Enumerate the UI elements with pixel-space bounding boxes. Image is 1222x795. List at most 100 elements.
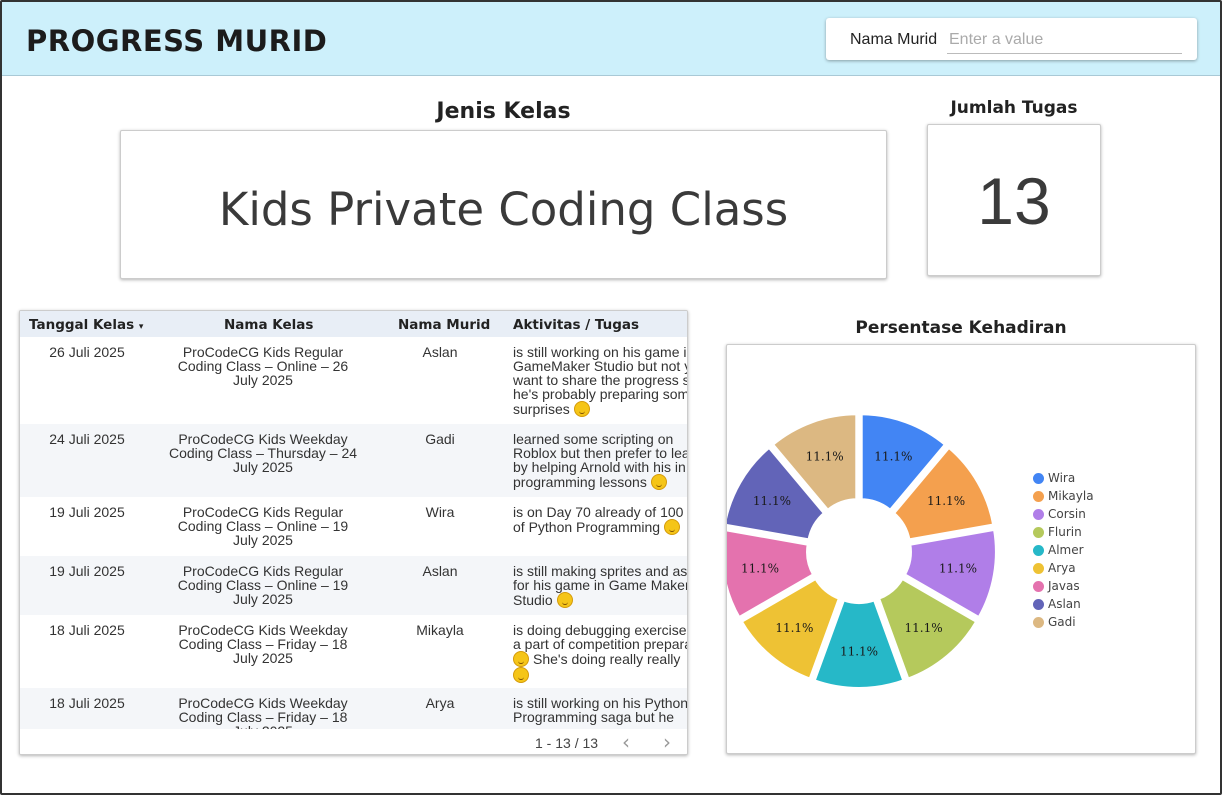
- cell-tanggal: 24 Juli 2025: [49, 431, 125, 447]
- cell-line: Coding Class – Friday – 18: [178, 709, 348, 725]
- wink-emoji-icon: [650, 474, 667, 490]
- slice-data-label: 11.1%: [741, 561, 779, 575]
- pagination: 1 - 13 / 13 ‹ ›: [20, 729, 687, 754]
- next-page-button[interactable]: ›: [663, 730, 671, 754]
- cell-line: programming lessons: [513, 474, 687, 490]
- table-row[interactable]: 19 Juli 2025 ProCodeCG Kids Regular Coding…: [20, 556, 688, 615]
- column-header-tanggal[interactable]: Tanggal Kelas ▾: [29, 317, 143, 333]
- cell-nama-murid: Aslan: [422, 344, 458, 360]
- legend-swatch-icon: [1033, 599, 1044, 610]
- cell-line: July 2025: [233, 372, 293, 388]
- jenis-kelas-title: Jenis Kelas: [436, 99, 571, 124]
- cell-line: July 2025: [233, 650, 293, 666]
- legend-label: Mikayla: [1048, 489, 1094, 503]
- cell-line: ProCodeCG Kids Regular: [182, 504, 344, 520]
- cell-line: of Python Programming: [513, 519, 687, 535]
- wink-emoji-icon: [513, 651, 529, 667]
- slice-data-label: 11.1%: [753, 494, 791, 508]
- column-header-nama-murid[interactable]: Nama Murid: [398, 317, 490, 333]
- cell-aktivitas: is still making sprites and as for his ga…: [513, 564, 688, 608]
- table-row[interactable]: 24 Juli 2025 ProCodeCG Kids Weekday Coding…: [20, 424, 688, 497]
- column-header-nama-kelas[interactable]: Nama Kelas: [224, 317, 313, 333]
- column-header-aktivitas[interactable]: Aktivitas / Tugas: [513, 317, 639, 333]
- legend-label: Arya: [1048, 561, 1076, 575]
- legend-label: Almer: [1048, 543, 1084, 557]
- cell-tanggal: 19 Juli 2025: [49, 563, 125, 579]
- cell-nama-kelas: ProCodeCG Kids Weekday Coding Class – Thu…: [154, 432, 372, 474]
- cell-line: July 2025: [233, 532, 293, 548]
- legend-label: Gadi: [1048, 615, 1076, 629]
- cell-line: is on Day 70 already of 100: [513, 505, 684, 520]
- table-row[interactable]: 19 Juli 2025 ProCodeCG Kids Regular Coding…: [20, 497, 687, 556]
- sort-desc-icon: ▾: [138, 322, 144, 332]
- cell-line: July 2025: [233, 459, 293, 475]
- cell-nama-murid: Aslan: [422, 563, 458, 579]
- cell-aktivitas: is still working on his Python Programmin…: [513, 696, 688, 729]
- wink-emoji-icon: [663, 519, 680, 535]
- student-filter-input[interactable]: [947, 26, 1182, 54]
- cell-nama-kelas: ProCodeCG Kids Regular Coding Class – Onl…: [154, 564, 372, 606]
- cell-line: learned some scripting on: [513, 432, 674, 447]
- kehadiran-chart-card: 11.1% 11.1% 11.1% 11.1% 11.1% 11.1% 11.1% 11.1%…: [726, 344, 1196, 754]
- table-body: 26 Juli 2025 ProCodeCG Kids Regular Coding…: [20, 337, 688, 729]
- cell-nama-murid: Arya: [425, 695, 455, 711]
- jumlah-tugas-card: 13: [927, 124, 1101, 276]
- cell-line: Roblox but then prefer to lea: [513, 445, 688, 461]
- cell-aktivitas: is still working on his game i GameMaker …: [513, 345, 688, 417]
- slice-data-label: 11.1%: [775, 621, 813, 635]
- progress-table: Tanggal Kelas ▾ Nama Kelas Nama Murid Ak…: [19, 310, 688, 755]
- legend-swatch-icon: [1033, 563, 1044, 574]
- cell-tanggal: 18 Juli 2025: [49, 695, 125, 711]
- cell-line: want to share the progress s: [513, 372, 688, 388]
- legend-label: Javas: [1048, 579, 1080, 593]
- table-row[interactable]: 26 Juli 2025 ProCodeCG Kids Regular Coding…: [20, 337, 688, 424]
- cell-line: Coding Class – Thursday – 24: [168, 445, 358, 461]
- cell-line: for his game in Game Maker: [513, 577, 688, 593]
- legend-label: Corsin: [1048, 507, 1086, 521]
- cell-aktivitas: learned some scripting on Roblox but then…: [513, 432, 688, 490]
- cell-line: is still working on his Python: [513, 696, 688, 711]
- wink-emoji-icon: [573, 401, 590, 417]
- cell-line: Coding Class – Online – 19: [177, 577, 349, 593]
- jenis-kelas-card: Kids Private Coding Class: [120, 130, 887, 279]
- cell-nama-kelas: ProCodeCG Kids Regular Coding Class – Onl…: [154, 345, 372, 387]
- cell-line: he's probably preparing som: [513, 386, 688, 402]
- cell-line: She's doing really really: [513, 651, 687, 667]
- table-row[interactable]: 18 Juli 2025 ProCodeCG Kids Weekday Coding…: [20, 688, 688, 729]
- table-header: Tanggal Kelas ▾ Nama Kelas Nama Murid Ak…: [20, 311, 687, 337]
- cell-line: GameMaker Studio but not y: [513, 358, 688, 374]
- legend-swatch-icon: [1033, 617, 1044, 628]
- cell-tanggal: 19 Juli 2025: [49, 504, 125, 520]
- slice-data-label: 11.1%: [840, 645, 878, 659]
- table-row[interactable]: 18 Juli 2025 ProCodeCG Kids Weekday Coding…: [20, 615, 688, 688]
- legend-label: Wira: [1048, 471, 1076, 485]
- cell-line: ProCodeCG Kids Regular: [182, 344, 344, 360]
- wink-emoji-icon: [556, 592, 573, 608]
- legend-swatch-icon: [1033, 527, 1044, 538]
- jumlah-tugas-title: Jumlah Tugas: [950, 98, 1078, 118]
- legend-swatch-icon: [1033, 491, 1044, 502]
- kehadiran-title: Persentase Kehadiran: [855, 318, 1067, 338]
- student-filter[interactable]: Nama Murid: [826, 18, 1197, 60]
- cell-aktivitas: is on Day 70 already of 100 of Python Pro…: [513, 505, 687, 535]
- wink-emoji-icon: [513, 667, 529, 683]
- cell-tanggal: 26 Juli 2025: [49, 344, 125, 360]
- cell-line: is still making sprites and as: [513, 564, 688, 579]
- legend-label: Aslan: [1048, 597, 1081, 611]
- cell-nama-murid: Wira: [425, 504, 455, 520]
- cell-line: is still working on his game i: [513, 345, 687, 360]
- cell-line: is doing debugging exercise: [513, 623, 687, 638]
- cell-line: Studio: [513, 592, 687, 608]
- prev-page-button[interactable]: ‹: [622, 730, 630, 754]
- attendance-donut-chart: 11.1% 11.1% 11.1% 11.1% 11.1% 11.1% 11.1% 11.1%…: [727, 411, 999, 691]
- jenis-kelas-value: Kids Private Coding Class: [218, 183, 789, 236]
- cell-line: Programming saga but he: [513, 709, 675, 725]
- cell-tanggal: 18 Juli 2025: [49, 622, 125, 638]
- cell-line: [513, 667, 687, 683]
- cell-line: Coding Class – Friday – 18: [178, 636, 348, 652]
- header-bar: PROGRESS MURID Nama Murid: [2, 2, 1220, 76]
- cell-line: a part of competition prepara: [513, 636, 688, 652]
- legend-swatch-icon: [1033, 545, 1044, 556]
- filter-label: Nama Murid: [850, 31, 938, 48]
- cell-line: ProCodeCG Kids Weekday: [178, 695, 348, 711]
